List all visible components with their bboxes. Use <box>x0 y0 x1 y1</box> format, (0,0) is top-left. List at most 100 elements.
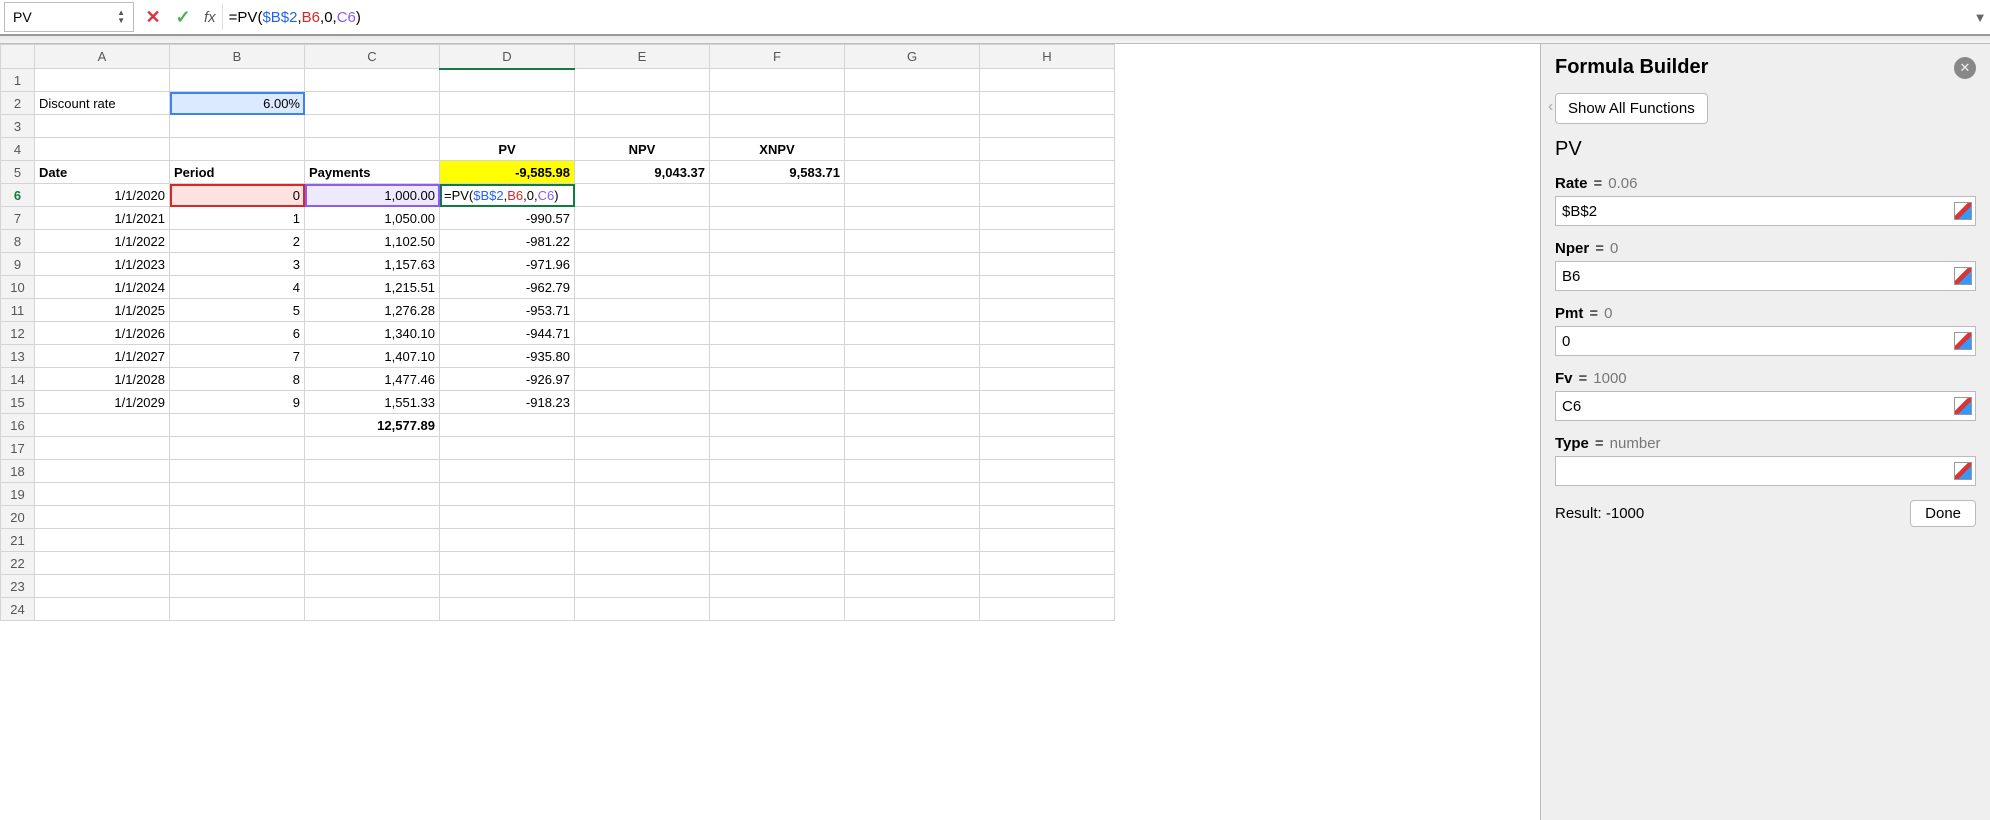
cell-F12[interactable] <box>710 322 845 345</box>
cell-F13[interactable] <box>710 345 845 368</box>
cell-C14[interactable]: 1,477.46 <box>305 368 440 391</box>
cell-C12[interactable]: 1,340.10 <box>305 322 440 345</box>
arg-input-type[interactable] <box>1555 456 1976 486</box>
cell-A18[interactable] <box>35 460 170 483</box>
show-all-functions-button[interactable]: Show All Functions <box>1555 93 1708 124</box>
cell-C21[interactable] <box>305 529 440 552</box>
cell-A16[interactable] <box>35 414 170 437</box>
row-header-1[interactable]: 1 <box>1 69 35 92</box>
cancel-icon[interactable]: ✕ <box>138 7 168 28</box>
cell-D6[interactable]: =PV($B$2,B6,0,C6) <box>440 184 575 207</box>
cell-B11[interactable]: 5 <box>170 299 305 322</box>
cell-F6[interactable] <box>710 184 845 207</box>
cell-B19[interactable] <box>170 483 305 506</box>
cell-H23[interactable] <box>980 575 1115 598</box>
cell-B3[interactable] <box>170 115 305 138</box>
cell-H14[interactable] <box>980 368 1115 391</box>
cell-E13[interactable] <box>575 345 710 368</box>
row-header-13[interactable]: 13 <box>1 345 35 368</box>
cell-G8[interactable] <box>845 230 980 253</box>
arg-input-fv[interactable] <box>1555 391 1976 421</box>
cell-D23[interactable] <box>440 575 575 598</box>
cell-A17[interactable] <box>35 437 170 460</box>
row-header-24[interactable]: 24 <box>1 598 35 621</box>
cell-D14[interactable]: -926.97 <box>440 368 575 391</box>
cell-F17[interactable] <box>710 437 845 460</box>
cell-H7[interactable] <box>980 207 1115 230</box>
cell-D8[interactable]: -981.22 <box>440 230 575 253</box>
arg-input-pmt[interactable] <box>1555 326 1976 356</box>
cell-F23[interactable] <box>710 575 845 598</box>
cell-D17[interactable] <box>440 437 575 460</box>
cell-G7[interactable] <box>845 207 980 230</box>
cell-C11[interactable]: 1,276.28 <box>305 299 440 322</box>
cell-A2[interactable]: Discount rate <box>35 92 170 115</box>
row-header-21[interactable]: 21 <box>1 529 35 552</box>
cell-E6[interactable] <box>575 184 710 207</box>
cell-A13[interactable]: 1/1/2027 <box>35 345 170 368</box>
cell-G3[interactable] <box>845 115 980 138</box>
cell-A6[interactable]: 1/1/2020 <box>35 184 170 207</box>
formula-expand-icon[interactable]: ▼ <box>1970 10 1990 25</box>
cell-F16[interactable] <box>710 414 845 437</box>
row-header-16[interactable]: 16 <box>1 414 35 437</box>
cell-B21[interactable] <box>170 529 305 552</box>
cell-H19[interactable] <box>980 483 1115 506</box>
cell-B2[interactable]: 6.00% <box>170 92 305 115</box>
cell-G13[interactable] <box>845 345 980 368</box>
cell-A1[interactable] <box>35 69 170 92</box>
cell-B12[interactable]: 6 <box>170 322 305 345</box>
cell-A24[interactable] <box>35 598 170 621</box>
col-header-F[interactable]: F <box>710 45 845 69</box>
cell-A19[interactable] <box>35 483 170 506</box>
cell-B14[interactable]: 8 <box>170 368 305 391</box>
row-header-12[interactable]: 12 <box>1 322 35 345</box>
cell-H13[interactable] <box>980 345 1115 368</box>
arg-input-nper[interactable] <box>1555 261 1976 291</box>
cell-H3[interactable] <box>980 115 1115 138</box>
cell-G23[interactable] <box>845 575 980 598</box>
cell-D3[interactable] <box>440 115 575 138</box>
cell-H20[interactable] <box>980 506 1115 529</box>
row-header-14[interactable]: 14 <box>1 368 35 391</box>
cell-B17[interactable] <box>170 437 305 460</box>
cell-G4[interactable] <box>845 138 980 161</box>
row-header-9[interactable]: 9 <box>1 253 35 276</box>
row-header-18[interactable]: 18 <box>1 460 35 483</box>
row-header-2[interactable]: 2 <box>1 92 35 115</box>
cell-B9[interactable]: 3 <box>170 253 305 276</box>
cell-F24[interactable] <box>710 598 845 621</box>
cell-A10[interactable]: 1/1/2024 <box>35 276 170 299</box>
range-picker-icon[interactable] <box>1954 267 1972 285</box>
cell-G10[interactable] <box>845 276 980 299</box>
col-header-B[interactable]: B <box>170 45 305 69</box>
row-header-17[interactable]: 17 <box>1 437 35 460</box>
row-header-4[interactable]: 4 <box>1 138 35 161</box>
cell-D22[interactable] <box>440 552 575 575</box>
cell-C15[interactable]: 1,551.33 <box>305 391 440 414</box>
range-picker-icon[interactable] <box>1954 462 1972 480</box>
cell-A11[interactable]: 1/1/2025 <box>35 299 170 322</box>
cell-G1[interactable] <box>845 69 980 92</box>
cell-E14[interactable] <box>575 368 710 391</box>
cell-F1[interactable] <box>710 69 845 92</box>
cell-D1[interactable] <box>440 69 575 92</box>
cell-G20[interactable] <box>845 506 980 529</box>
name-box-stepper[interactable]: ▲▼ <box>117 9 125 25</box>
cell-F9[interactable] <box>710 253 845 276</box>
cell-E24[interactable] <box>575 598 710 621</box>
cell-D13[interactable]: -935.80 <box>440 345 575 368</box>
cell-D19[interactable] <box>440 483 575 506</box>
cell-E12[interactable] <box>575 322 710 345</box>
cell-H8[interactable] <box>980 230 1115 253</box>
cell-D21[interactable] <box>440 529 575 552</box>
cell-E15[interactable] <box>575 391 710 414</box>
name-box[interactable]: PV ▲▼ <box>4 2 134 32</box>
cell-E18[interactable] <box>575 460 710 483</box>
row-header-6[interactable]: 6 <box>1 184 35 207</box>
cell-C16[interactable]: 12,577.89 <box>305 414 440 437</box>
row-header-11[interactable]: 11 <box>1 299 35 322</box>
range-picker-icon[interactable] <box>1954 332 1972 350</box>
cell-B22[interactable] <box>170 552 305 575</box>
col-header-H[interactable]: H <box>980 45 1115 69</box>
